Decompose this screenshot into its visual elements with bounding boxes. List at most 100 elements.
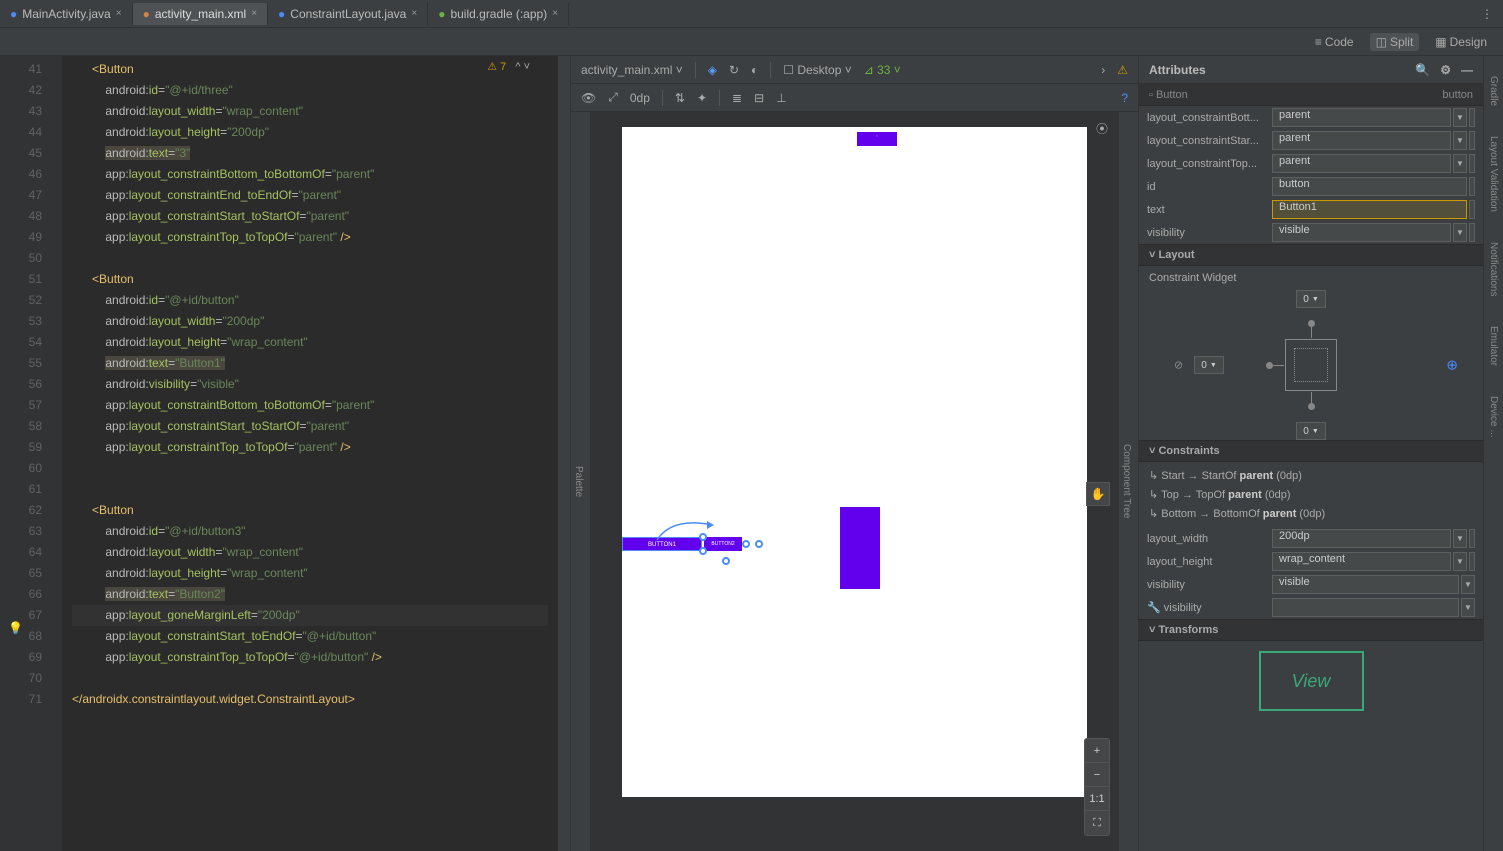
cw-margin-top[interactable]: 0 ▼ xyxy=(1296,290,1326,308)
split-view-button[interactable]: ◫ Split xyxy=(1370,33,1420,51)
bulb-icon[interactable]: 💡 xyxy=(8,621,23,635)
minimize-icon[interactable]: — xyxy=(1461,63,1473,77)
align-icon[interactable]: ≣ xyxy=(732,91,742,105)
editor-warnings[interactable]: ⚠ 7 ^ ˅ xyxy=(487,60,530,73)
selection-handle[interactable] xyxy=(722,557,730,565)
zoom-fit-button[interactable]: 1:1 xyxy=(1085,787,1109,811)
dropdown-icon[interactable]: ▼ xyxy=(1453,154,1467,173)
line-gutter: 4142434445464748495051525354555657585960… xyxy=(0,56,50,851)
transforms-widget[interactable]: View xyxy=(1259,651,1364,711)
attr-strip[interactable] xyxy=(1469,177,1475,196)
pack-icon[interactable]: ⊟ xyxy=(754,91,764,105)
close-icon[interactable]: × xyxy=(411,8,417,19)
orientation-icon[interactable]: ↻ xyxy=(729,63,739,77)
close-icon[interactable]: × xyxy=(552,8,558,19)
attr-value-input[interactable]: parent xyxy=(1272,108,1451,127)
cw-margin-bottom[interactable]: 0 ▼ xyxy=(1296,422,1326,440)
attr-value-input[interactable]: parent xyxy=(1272,154,1451,173)
help-icon[interactable]: ? xyxy=(1121,91,1128,105)
palette-tab[interactable]: Palette xyxy=(571,112,591,851)
component-tree-tab[interactable]: Component Tree xyxy=(1118,112,1138,851)
selection-handle[interactable] xyxy=(755,540,763,548)
view-options-icon[interactable]: 👁 xyxy=(581,91,596,105)
preview-button-3[interactable] xyxy=(840,507,880,589)
side-tool-tab[interactable]: Notifications xyxy=(1488,242,1499,296)
bias-slider-icon[interactable]: ⊘ xyxy=(1174,359,1183,372)
attr-value-input[interactable]: Button1 xyxy=(1272,200,1467,219)
side-tool-tab[interactable]: Device ... xyxy=(1488,396,1499,438)
overflow-menu-icon[interactable]: ⋮ xyxy=(1471,7,1503,21)
attr-strip[interactable] xyxy=(1469,223,1475,242)
zoom-in-button[interactable]: + xyxy=(1085,739,1109,763)
tab-label: activity_main.xml xyxy=(155,7,246,21)
attr-value-input[interactable]: visible xyxy=(1272,223,1451,242)
dropdown-icon[interactable]: ▼ xyxy=(1453,552,1467,571)
close-icon[interactable]: × xyxy=(116,8,122,19)
api-dropdown[interactable]: ⊿ 33 ˅ xyxy=(864,63,901,77)
toolbar-overflow[interactable]: › xyxy=(1101,63,1105,77)
editor-scrollbar[interactable] xyxy=(558,56,570,851)
cw-margin-left[interactable]: 0 ▼ xyxy=(1194,356,1224,374)
constraint-widget[interactable]: 0 ▼ 0 ▼ 0 ▼ ⊕ ⊘ xyxy=(1139,290,1483,440)
dropdown-icon[interactable]: ▼ xyxy=(1461,598,1475,617)
visibility-indicator-icon[interactable]: ⦿ xyxy=(1096,120,1108,137)
side-tool-tab[interactable]: Layout Validation xyxy=(1488,136,1499,212)
constraint-item[interactable]: ↳ Top → TopOf parent (0dp) xyxy=(1149,485,1473,504)
file-tab[interactable]: ●activity_main.xml× xyxy=(133,3,268,25)
file-dropdown[interactable]: activity_main.xml ˅ xyxy=(581,63,683,77)
code-area[interactable]: <Button android:id="@+id/three" android:… xyxy=(62,56,558,851)
search-icon[interactable]: 🔍 xyxy=(1415,63,1430,77)
cw-box[interactable] xyxy=(1285,339,1337,391)
design-canvas[interactable]: , BUTTON1 BUTTON2 ⦿ + − 1:1 ⛶ xyxy=(591,112,1118,851)
device-dropdown[interactable]: ☐ Desktop ˅ xyxy=(783,63,851,77)
attr-strip[interactable] xyxy=(1469,552,1475,571)
selection-handle[interactable] xyxy=(699,547,707,555)
close-icon[interactable]: × xyxy=(251,8,257,19)
warning-icon[interactable]: ⚠ xyxy=(1117,63,1128,77)
tools-visibility-input[interactable] xyxy=(1272,598,1459,617)
design-view-button[interactable]: ▦ Design xyxy=(1429,33,1493,51)
layout-height-input[interactable]: wrap_content xyxy=(1272,552,1451,571)
pan-button[interactable]: ✋ xyxy=(1086,482,1110,506)
layout-width-input[interactable]: 200dp xyxy=(1272,529,1451,548)
constraint-item[interactable]: ↳ Bottom → BottomOf parent (0dp) xyxy=(1149,504,1473,523)
add-constraint-icon[interactable]: ⊕ xyxy=(1446,357,1458,374)
attr-value-input[interactable]: parent xyxy=(1272,131,1451,150)
tab-label: build.gradle (:app) xyxy=(450,7,547,21)
theme-icon[interactable]: ◐ xyxy=(751,63,758,77)
default-margin[interactable]: 0dp xyxy=(630,91,650,105)
zoom-out-button[interactable]: − xyxy=(1085,763,1109,787)
attr-strip[interactable] xyxy=(1469,131,1475,150)
attr-strip[interactable] xyxy=(1469,529,1475,548)
code-view-button[interactable]: ≡ Code xyxy=(1309,33,1360,51)
constraint-item[interactable]: ↳ Start → StartOf parent (0dp) xyxy=(1149,466,1473,485)
visibility-input[interactable]: visible xyxy=(1272,575,1459,594)
zoom-expand-button[interactable]: ⛶ xyxy=(1085,811,1109,835)
file-tab[interactable]: ●build.gradle (:app)× xyxy=(428,3,569,25)
file-tab[interactable]: ●MainActivity.java× xyxy=(0,3,133,25)
dropdown-icon[interactable]: ▼ xyxy=(1453,108,1467,127)
infer-icon[interactable]: ⇅ xyxy=(675,91,685,105)
layout-section[interactable]: ˅ Layout xyxy=(1139,244,1483,266)
preview-button-top[interactable]: , xyxy=(857,132,897,146)
attr-value-input[interactable]: button xyxy=(1272,177,1467,196)
side-tool-tab[interactable]: Emulator xyxy=(1488,326,1499,366)
side-tool-tab[interactable]: Gradle xyxy=(1488,76,1499,106)
dropdown-icon[interactable]: ▼ xyxy=(1453,529,1467,548)
transforms-section[interactable]: ˅ Transforms xyxy=(1139,619,1483,641)
attr-strip[interactable] xyxy=(1469,154,1475,173)
zoom-icon[interactable]: ⤢ xyxy=(608,90,618,105)
attr-strip[interactable] xyxy=(1469,200,1475,219)
dropdown-icon[interactable]: ▼ xyxy=(1453,131,1467,150)
guideline-icon[interactable]: ⊥ xyxy=(776,91,786,105)
surface-icon[interactable]: ◈ xyxy=(708,63,717,77)
dropdown-icon[interactable]: ▼ xyxy=(1453,223,1467,242)
attr-strip[interactable] xyxy=(1469,108,1475,127)
dropdown-icon[interactable]: ▼ xyxy=(1461,575,1475,594)
right-tool-tabs: Gradle Layout Validation Notifications Emul… xyxy=(1483,56,1503,851)
constraints-section[interactable]: ˅ Constraints xyxy=(1139,440,1483,462)
settings-icon[interactable]: ⚙ xyxy=(1440,63,1451,77)
wand-icon[interactable]: ✦ xyxy=(697,91,707,105)
file-tab[interactable]: ●ConstraintLayout.java× xyxy=(268,3,428,25)
selection-handle[interactable] xyxy=(742,540,750,548)
